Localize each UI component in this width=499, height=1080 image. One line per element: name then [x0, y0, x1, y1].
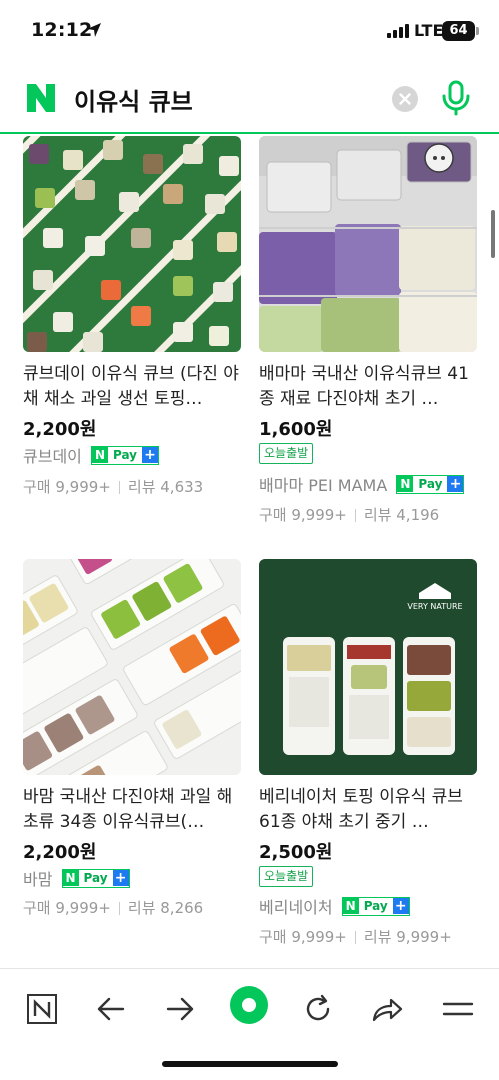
review-count: 리뷰 4,633	[127, 478, 204, 496]
product-image[interactable]	[23, 559, 241, 775]
location-arrow-icon	[87, 23, 101, 37]
review-count: 리뷰 4,196	[363, 506, 440, 524]
stats-row: 구매 9,999+ 리뷰 9,999+	[259, 926, 452, 947]
refresh-icon[interactable]	[298, 989, 338, 1029]
stats-row: 구매 9,999+ 리뷰 8,266	[23, 897, 203, 918]
search-input[interactable]: 이유식 큐브	[74, 82, 193, 117]
scrollbar[interactable]	[491, 210, 495, 258]
product-price: 1,600원	[259, 419, 333, 440]
search-header: 이유식 큐브	[0, 62, 499, 134]
today-shipping-badge: 오늘출발	[259, 866, 314, 887]
product-image[interactable]	[259, 136, 477, 352]
npay-n-icon: N	[62, 870, 79, 886]
npay-n-icon: N	[342, 898, 359, 914]
back-arrow-icon[interactable]	[91, 989, 131, 1029]
divider	[354, 931, 356, 944]
menu-icon[interactable]	[438, 989, 478, 1029]
product-card[interactable]: 바맘 국내산 다진야채 과일 해초류 34종 이유식큐브(… 2,200원 바맘…	[23, 559, 241, 929]
seller-row: 큐브데이 N Pay +	[23, 443, 160, 467]
npay-plus-icon: +	[112, 870, 129, 886]
product-image[interactable]: VERY NATURE	[259, 559, 477, 775]
product-image[interactable]	[23, 136, 241, 352]
review-count: 리뷰 9,999+	[363, 928, 452, 946]
purchase-count: 구매 9,999+	[23, 899, 111, 917]
npay-label: Pay	[418, 477, 443, 491]
product-price: 2,200원	[23, 419, 97, 440]
product-price: 2,200원	[23, 842, 97, 863]
product-title[interactable]: 배마마 국내산 이유식큐브 41종 재료 다진야채 초기 …	[259, 362, 477, 412]
npay-plus-icon: +	[392, 898, 409, 914]
product-title[interactable]: 바맘 국내산 다진야채 과일 해초류 34종 이유식큐브(…	[23, 785, 241, 835]
forward-arrow-icon[interactable]	[160, 989, 200, 1029]
clear-search-icon[interactable]	[392, 86, 418, 112]
npay-badge: N Pay +	[396, 474, 465, 494]
status-bar: 12:12 LTE 64	[0, 0, 499, 58]
npay-plus-icon: +	[142, 447, 159, 463]
naver-logo-icon[interactable]	[25, 82, 57, 114]
npay-badge: N Pay +	[61, 868, 130, 888]
purchase-count: 구매 9,999+	[259, 928, 347, 946]
divider	[354, 509, 356, 522]
npay-label: Pay	[363, 899, 388, 913]
divider	[118, 481, 120, 494]
status-time: 12:12	[31, 19, 93, 41]
seller-name[interactable]: 바맘	[23, 866, 52, 890]
product-card[interactable]: 배마마 국내산 이유식큐브 41종 재료 다진야채 초기 … 1,600원 오늘…	[259, 136, 477, 526]
divider	[118, 902, 120, 915]
seller-name[interactable]: 큐브데이	[23, 443, 82, 467]
npay-plus-icon: +	[447, 476, 464, 492]
npay-badge: N Pay +	[341, 896, 410, 916]
naver-home-icon[interactable]	[22, 989, 62, 1029]
npay-n-icon: N	[91, 447, 108, 463]
seller-row: 바맘 N Pay +	[23, 866, 130, 890]
review-count: 리뷰 8,266	[127, 899, 204, 917]
share-icon[interactable]	[367, 989, 407, 1029]
signal-icon	[387, 24, 409, 38]
purchase-count: 구매 9,999+	[23, 478, 111, 496]
product-title[interactable]: 큐브데이 이유식 큐브 (다진 야채 채소 과일 생선 토핑…	[23, 362, 241, 412]
brand-logo: VERY NATURE	[407, 602, 462, 611]
seller-name[interactable]: 베리네이처	[259, 894, 333, 918]
green-dot-icon[interactable]	[229, 985, 269, 1025]
npay-badge: N Pay +	[90, 445, 160, 465]
product-title[interactable]: 베리네이처 토핑 이유식 큐브 61종 야채 초기 중기 …	[259, 785, 477, 835]
npay-label: Pay	[112, 448, 138, 462]
product-card[interactable]: 큐브데이 이유식 큐브 (다진 야채 채소 과일 생선 토핑… 2,200원 큐…	[23, 136, 241, 516]
seller-name[interactable]: 배마마 PEI MAMA	[259, 472, 387, 496]
microphone-icon[interactable]	[440, 80, 472, 116]
seller-row: 베리네이처 N Pay +	[259, 894, 410, 918]
home-indicator	[162, 1061, 338, 1067]
network-type: LTE	[414, 21, 444, 40]
npay-label: Pay	[83, 871, 108, 885]
stats-row: 구매 9,999+ 리뷰 4,196	[259, 504, 439, 525]
npay-n-icon: N	[397, 476, 414, 492]
battery-icon: 64	[442, 21, 479, 41]
stats-row: 구매 9,999+ 리뷰 4,633	[23, 476, 203, 497]
product-card[interactable]: VERY NATURE 베리네이처 토핑 이유식 큐브 61종 야채 초기 중기…	[259, 559, 477, 949]
seller-row: 배마마 PEI MAMA N Pay +	[259, 472, 465, 496]
product-price: 2,500원	[259, 842, 333, 863]
today-shipping-badge: 오늘출발	[259, 443, 314, 464]
purchase-count: 구매 9,999+	[259, 506, 347, 524]
